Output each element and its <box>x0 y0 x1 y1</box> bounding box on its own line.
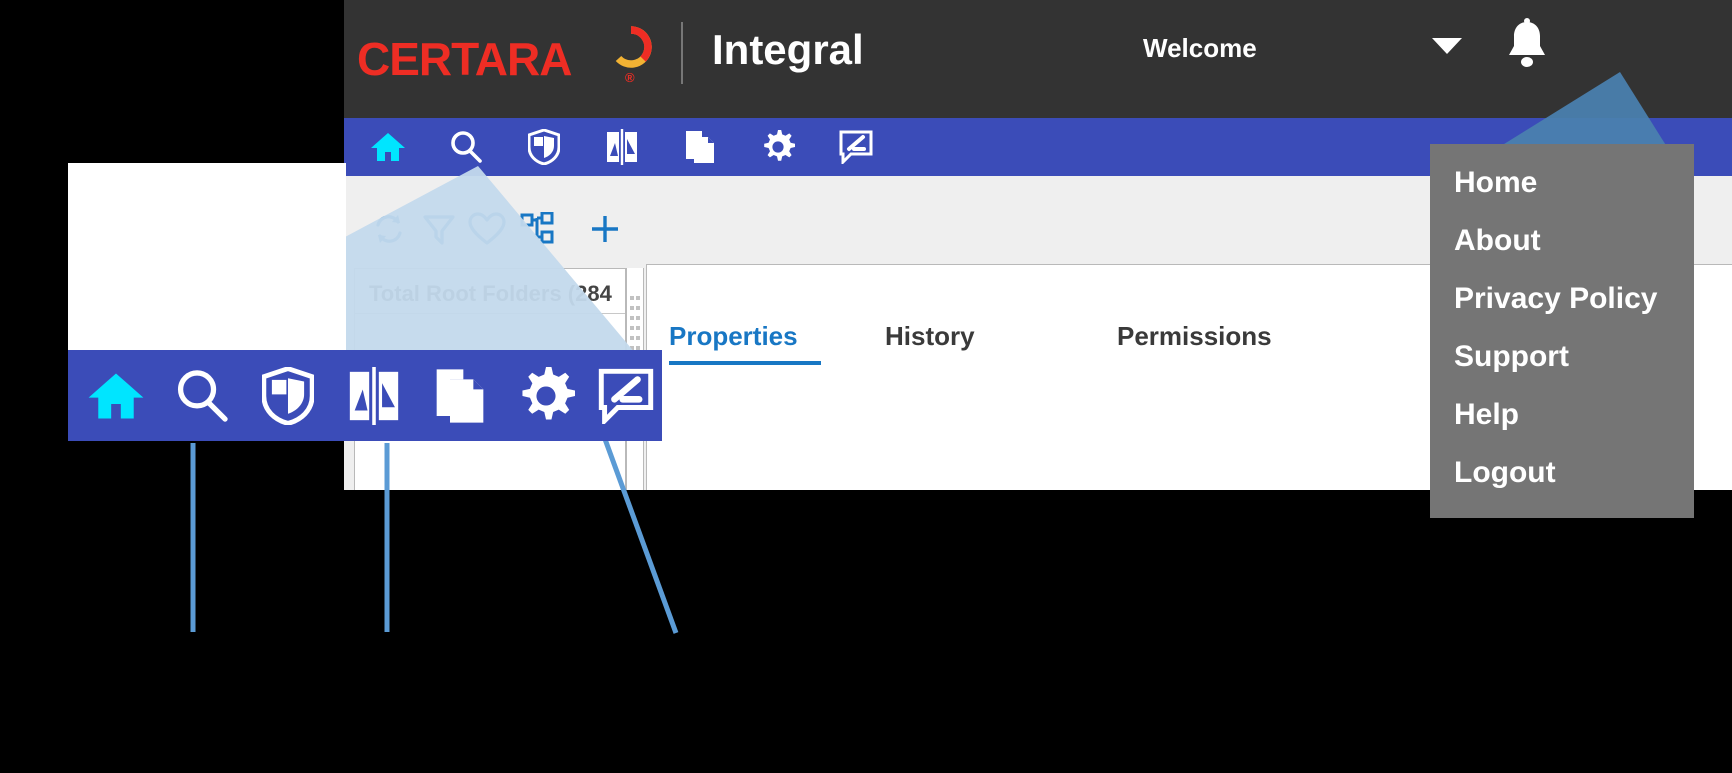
panel-divider <box>355 313 625 314</box>
tab-properties[interactable]: Properties <box>669 321 798 352</box>
inset-nav-item-documents[interactable] <box>422 358 498 434</box>
nav-item-compare[interactable] <box>594 122 650 172</box>
tab-permissions[interactable]: Permissions <box>1117 321 1272 352</box>
certara-ring-icon <box>610 26 652 68</box>
hierarchy-icon[interactable] <box>512 204 562 254</box>
inset-nav-item-annotations[interactable] <box>588 358 664 434</box>
tab-active-underline <box>669 361 821 365</box>
tab-history[interactable]: History <box>885 321 975 352</box>
menu-item-home[interactable]: Home <box>1454 166 1537 200</box>
nav-item-security[interactable] <box>516 122 572 172</box>
inset-nav-item-compare[interactable] <box>336 358 412 434</box>
inset-nav-item-home[interactable] <box>78 358 154 434</box>
favorite-heart-icon[interactable] <box>462 204 512 254</box>
inset-nav-item-settings[interactable] <box>508 358 584 434</box>
menu-item-about[interactable]: About <box>1454 224 1541 258</box>
app-header: CERTARA ® Integral Welcome <box>344 0 1732 118</box>
nav-item-annotations[interactable] <box>828 122 884 172</box>
inset-nav-item-search[interactable] <box>164 358 240 434</box>
zoomed-toolbar-inset <box>68 350 662 441</box>
add-plus-icon[interactable] <box>580 204 630 254</box>
brand-wordmark: CERTARA <box>357 33 572 85</box>
refresh-icon[interactable] <box>364 204 414 254</box>
nav-item-documents[interactable] <box>672 122 728 172</box>
nav-item-search[interactable] <box>438 122 494 172</box>
inset-nav-item-security[interactable] <box>250 358 326 434</box>
filter-icon[interactable] <box>414 204 464 254</box>
total-root-folders-label: Total Root Folders (284 <box>369 281 612 306</box>
menu-item-help[interactable]: Help <box>1454 398 1519 432</box>
user-dropdown-menu: Home About Privacy Policy Support Help L… <box>1430 144 1694 518</box>
menu-item-support[interactable]: Support <box>1454 340 1569 374</box>
nav-item-home[interactable] <box>360 122 416 172</box>
product-title: Integral <box>712 26 864 73</box>
header-divider <box>681 22 683 84</box>
nav-item-settings[interactable] <box>750 122 806 172</box>
welcome-label: Welcome <box>1143 33 1257 63</box>
brand-registered-mark: ® <box>625 70 635 85</box>
panel-toolbar <box>352 204 972 264</box>
chevron-down-icon[interactable] <box>1432 38 1462 54</box>
menu-item-logout[interactable]: Logout <box>1454 456 1556 490</box>
menu-item-privacy-policy[interactable]: Privacy Policy <box>1454 282 1657 316</box>
notification-bell-icon[interactable] <box>1504 18 1550 70</box>
screenshot-canvas: CERTARA ® Integral Welcome Total Root Fo… <box>0 0 1732 773</box>
root-folders-header: Total Root Folders (284 <box>355 269 625 315</box>
certara-logo: CERTARA ® <box>357 22 667 92</box>
